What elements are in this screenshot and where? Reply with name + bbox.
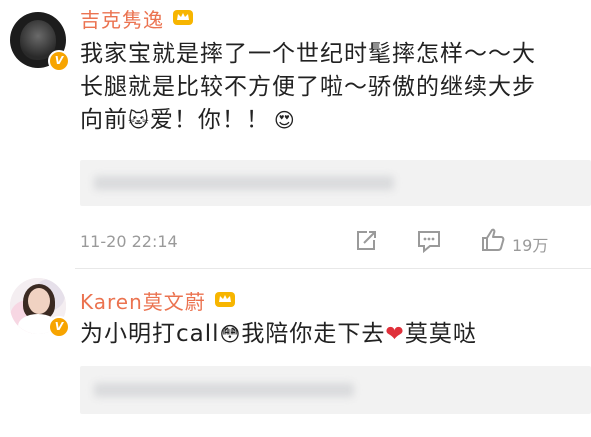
reply-blurred-text [94,383,354,397]
verified-badge-icon: V [48,50,70,72]
comment-fragment: 莫莫哒 [404,321,477,347]
username[interactable]: 吉克隽逸 [80,4,164,33]
divider [75,268,591,269]
crown-icon [173,10,193,25]
comment-text: 为小明打call😳我陪你走下去❤莫莫哒 [80,318,477,351]
cat-emoji-icon: 🐱 [128,108,150,132]
comment-fragment: 爱！你！！ [149,107,270,133]
reply-preview[interactable] [80,366,591,414]
comment-fragment: 向前 [80,107,128,133]
like-icon[interactable] [480,227,506,253]
comment-line: 长腿就是比较不方便了啦～骄傲的继续大步 [80,74,536,100]
reply-blurred-text [94,176,394,190]
flushed-emoji-icon: 😳 [219,322,242,346]
reply-preview[interactable] [80,160,591,206]
avatar-face [28,288,50,314]
verified-badge-icon: V [48,316,70,338]
comment-line: 向前🐱爱！你！！ 😍 [80,104,536,137]
comment-fragment: 我陪你走下去 [241,321,386,347]
like-count: 19万 [512,236,549,255]
heart-icon: ❤ [385,322,405,347]
comment-text: 我家宝就是摔了一个世纪时髦摔怎样～～大 长腿就是比较不方便了啦～骄傲的继续大步 … [80,38,536,137]
share-icon[interactable] [354,229,378,253]
comment-fragment: 为小明打call [80,321,220,347]
timestamp: 11-20 22:14 [80,232,178,251]
crown-icon [215,292,235,307]
heart-eyes-emoji-icon: 😍 [273,108,296,132]
comment-line: 我家宝就是摔了一个世纪时髦摔怎样～～大 [80,41,536,67]
username[interactable]: Karen莫文蔚 [80,286,206,315]
comment-icon[interactable] [416,229,442,253]
